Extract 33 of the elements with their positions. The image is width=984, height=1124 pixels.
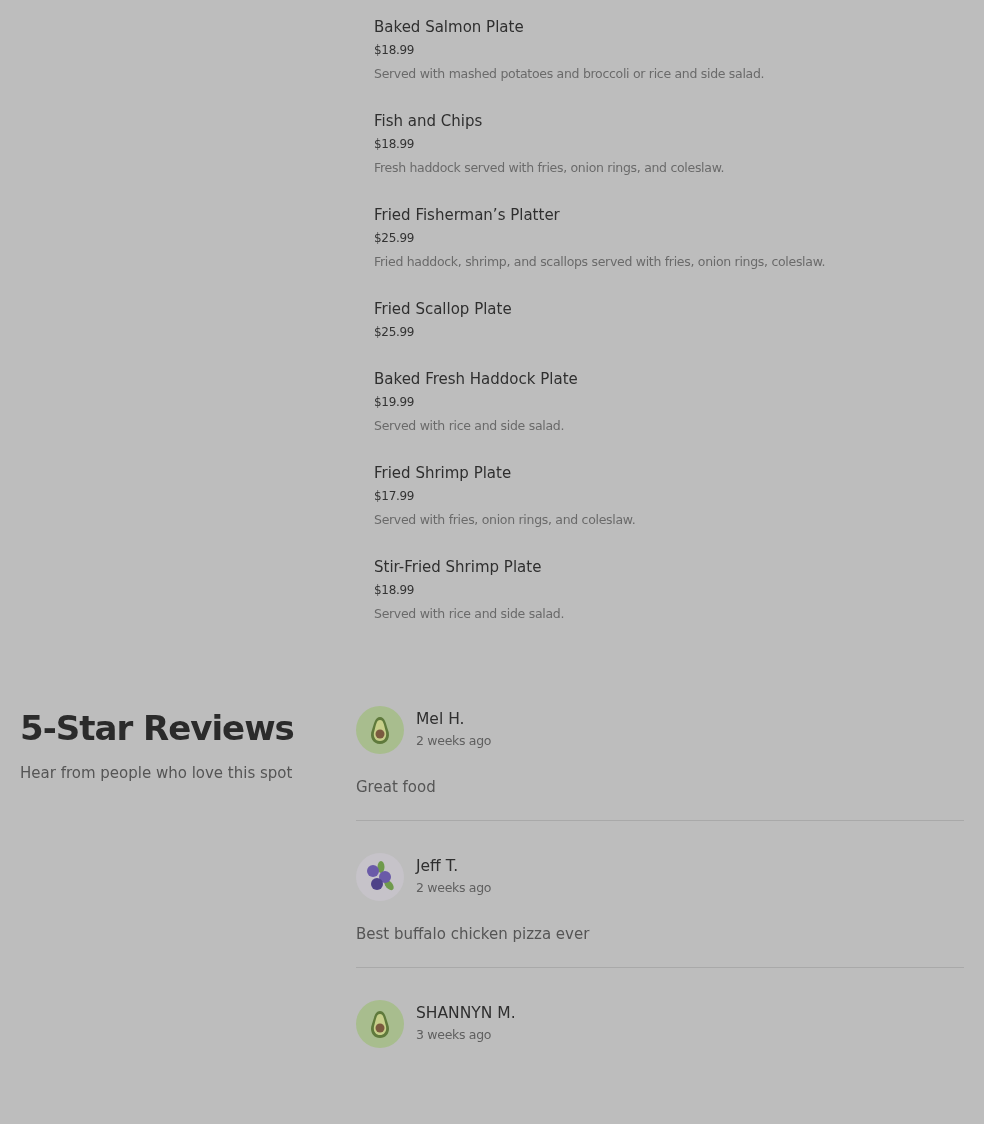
item-description: Fresh haddock served with fries, onion rings, and coleslaw. xyxy=(374,159,726,177)
section-title: 5-Star Reviews xyxy=(20,707,295,750)
item-description: Served with rice and side salad. xyxy=(374,605,566,623)
reviewer-name: Jeff T. xyxy=(416,856,460,877)
item-name[interactable]: Fried Scallop Plate xyxy=(374,298,984,320)
item-name[interactable]: Baked Fresh Haddock Plate xyxy=(374,368,984,390)
item-name[interactable]: Baked Salmon Plate xyxy=(374,16,984,38)
item-price: $18.99 xyxy=(374,582,416,599)
avocado-icon xyxy=(356,706,404,754)
review-time: 2 weeks ago xyxy=(416,879,492,897)
item-description: Served with rice and side salad. xyxy=(374,417,566,435)
section-subtitle: Hear from people who love this spot xyxy=(20,764,294,782)
blueberry-icon xyxy=(356,853,404,901)
reviewer-name: Mel H. xyxy=(416,709,466,730)
item-description: Fried haddock, shrimp, and scallops served with fries, onion rings, coleslaw. xyxy=(374,253,827,271)
item-description: Served with fries, onion rings, and coleslaw. xyxy=(374,511,637,529)
item-name[interactable]: Fried Shrimp Plate xyxy=(374,462,984,484)
review-text: Great food xyxy=(356,777,437,798)
item-price: $18.99 xyxy=(374,136,416,153)
item-name[interactable]: Fried Fisherman’s Platter xyxy=(374,204,984,226)
item-price: $18.99 xyxy=(374,42,416,59)
item-price: $25.99 xyxy=(374,230,416,247)
item-price: $25.99 xyxy=(374,324,416,341)
review-time: 2 weeks ago xyxy=(416,732,492,750)
reviewer-name: SHANNYN M. xyxy=(416,1003,516,1024)
review-time: 3 weeks ago xyxy=(416,1026,493,1044)
item-price: $19.99 xyxy=(374,394,416,411)
avocado-icon xyxy=(356,1000,404,1048)
item-price: $17.99 xyxy=(374,488,416,505)
item-name[interactable]: Fish and Chips xyxy=(374,110,984,132)
review-text: Best buffalo chicken pizza ever xyxy=(356,924,591,945)
item-description: Served with mashed potatoes and broccoli or rice and side salad. xyxy=(374,65,766,83)
item-name[interactable]: Stir-Fried Shrimp Plate xyxy=(374,556,984,578)
